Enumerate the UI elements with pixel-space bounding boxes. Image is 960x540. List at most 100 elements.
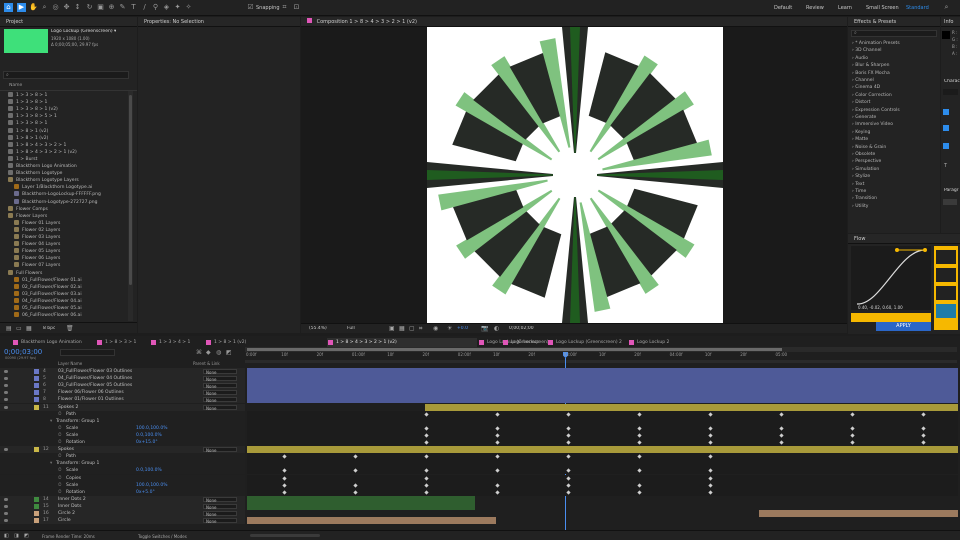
visibility-eye-icon[interactable] <box>4 504 8 508</box>
project-item[interactable]: 1 > 8 > 1 (v2) <box>8 134 48 142</box>
timeline-tab[interactable]: Logo Lockup (Greenscreen) <box>478 338 549 347</box>
parent-dropdown[interactable]: None <box>203 383 237 389</box>
workspace-review[interactable]: Review <box>806 5 824 11</box>
effect-category[interactable]: › Boris FX Mocha <box>852 70 890 77</box>
parent-dropdown[interactable]: None <box>203 496 237 503</box>
snap-options-icon[interactable]: ⌗ <box>280 3 289 12</box>
graph-editor-icon[interactable]: ◩ <box>226 349 232 356</box>
flow-preset-1[interactable] <box>936 250 956 264</box>
property-value[interactable]: 0x+5.0° <box>136 489 155 496</box>
property-name[interactable]: Transform: Group 1 <box>56 418 99 425</box>
effect-category[interactable]: › Stylize <box>852 173 870 180</box>
layer-name[interactable]: Spokes 2 <box>58 404 78 411</box>
hand-tool-icon[interactable]: ✋ <box>29 3 38 12</box>
parent-dropdown[interactable]: None <box>203 376 237 382</box>
timeline-tab[interactable]: 1 > 8 > 4 > 3 > 2 > 1 (v2) <box>327 338 477 347</box>
keyframe-icon[interactable] <box>281 475 287 481</box>
effect-category[interactable]: › Matte <box>852 136 868 143</box>
flow-curve-graph[interactable] <box>851 246 931 310</box>
project-item[interactable]: Flower 02 Layers <box>14 226 60 234</box>
layer-name[interactable]: Flower 01/Flower 01 Outlines <box>58 396 124 403</box>
flow-apply-button[interactable]: APPLY <box>876 322 931 331</box>
motion-blur-icon[interactable]: ◍ <box>216 349 221 356</box>
layer-duration-bar[interactable] <box>758 510 958 517</box>
layer-label-color[interactable] <box>34 404 39 410</box>
project-item[interactable]: 05_FullFlower/Flower 05.ai <box>14 305 82 312</box>
effect-category[interactable]: › Generate <box>852 114 876 121</box>
property-name[interactable]: Scale <box>66 432 78 439</box>
layer-row[interactable]: 5 None 04_FullFlower/Flower 04 Outlines <box>0 375 245 383</box>
toggle-switches-modes[interactable]: Toggle Switches / Modes <box>138 534 187 539</box>
resolution-dropdown[interactable]: Full <box>347 326 355 331</box>
layer-name[interactable]: Inner Dots <box>58 503 81 510</box>
flow-preset-3[interactable] <box>936 286 956 300</box>
project-item[interactable]: 1 > 3 > 8 > 1 <box>8 120 47 127</box>
visibility-eye-icon[interactable] <box>4 512 8 515</box>
layer-name[interactable]: 03_FullFlower/Flower 05 Outlines <box>58 382 132 389</box>
visibility-eye-icon[interactable] <box>4 405 8 409</box>
project-item[interactable]: Blackthorn Logotype Layers <box>8 177 79 184</box>
layer-duration-bar[interactable] <box>247 382 958 390</box>
layer-duration-bar[interactable] <box>247 446 958 454</box>
timeline-tab[interactable]: Blackthorn Logo Animation <box>12 338 94 347</box>
project-item[interactable]: Flower 04 Layers <box>14 241 60 248</box>
visibility-eye-icon[interactable] <box>4 384 8 388</box>
layer-label-color[interactable] <box>34 511 39 516</box>
parent-dropdown[interactable]: None <box>203 397 237 403</box>
effect-category[interactable]: › Cinema 4D <box>852 84 880 91</box>
property-row[interactable]: ▾ Transform: Group 1 <box>0 417 245 425</box>
layer-label-color[interactable] <box>34 518 39 524</box>
property-name[interactable]: Path <box>66 453 76 460</box>
project-item[interactable]: 1 > 8 > 4 > 3 > 2 > 1 <box>8 141 66 149</box>
project-scrollbar[interactable] <box>128 91 133 321</box>
orbit-tool-icon[interactable]: ◎ <box>51 3 60 12</box>
bezier-handle-point[interactable] <box>895 248 899 252</box>
property-row[interactable]: ⏱ Scale 100.0,100.0% <box>0 481 245 489</box>
project-item[interactable]: Full Flowers <box>8 269 42 277</box>
project-item[interactable]: Layer 1/Blackthorn Logotype.ai <box>14 184 92 191</box>
layer-label-color[interactable] <box>34 397 39 403</box>
visibility-eye-icon[interactable] <box>4 398 8 402</box>
keyframe-icon[interactable] <box>281 482 287 488</box>
chevron-down-icon[interactable]: ▾ <box>50 460 52 467</box>
delete-icon[interactable]: 🗑 <box>66 325 74 332</box>
effects-search-input[interactable]: ⌕ <box>851 30 937 37</box>
layer-row[interactable]: 15 None Inner Dots <box>0 502 245 510</box>
exposure-value[interactable]: +0.0 <box>457 326 468 331</box>
work-area-range[interactable] <box>247 348 782 351</box>
stopwatch-icon[interactable]: ⏱ <box>58 489 62 496</box>
property-name[interactable]: Rotation <box>66 439 85 446</box>
column-parent-link[interactable]: Parent & Link <box>193 361 220 366</box>
timeline-tab[interactable]: Logo Lockup 2 <box>628 338 678 347</box>
workspace-standard[interactable]: Standard <box>906 5 929 11</box>
parent-dropdown[interactable]: None <box>203 404 237 411</box>
project-item[interactable]: Flower 03 Layers <box>14 234 60 241</box>
property-name[interactable]: Scale <box>66 467 78 474</box>
effect-category[interactable]: › Expression Controls <box>852 107 900 114</box>
layer-row[interactable]: 16 None Circle 2 <box>0 510 245 517</box>
layer-name[interactable]: Inner Dots 2 <box>58 496 86 503</box>
layer-duration-bar[interactable] <box>247 517 496 525</box>
layer-row[interactable]: 11 None Spokes 2 <box>0 403 245 411</box>
timeline-tab[interactable]: 1 > 3 > 4 > 1 <box>150 338 203 347</box>
flow-presets-grid[interactable] <box>934 246 958 330</box>
layer-name[interactable]: 04_FullFlower/Flower 04 Outlines <box>58 375 132 382</box>
project-item[interactable]: 1 > 3 > 8 > 1 <box>8 99 47 106</box>
effect-category[interactable]: › Time <box>852 188 866 195</box>
tracking-icon[interactable] <box>943 125 949 131</box>
effect-category[interactable]: › Immersive Video <box>852 121 893 128</box>
property-name[interactable]: Scale <box>66 482 78 489</box>
layer-name[interactable]: Spokes <box>58 446 74 453</box>
stopwatch-icon[interactable]: ⏱ <box>58 439 62 446</box>
property-row[interactable]: ▾ Transform: Group 1 <box>0 460 245 468</box>
layer-row[interactable]: 7 None Flower 06/Flower 06 Outlines <box>0 389 245 397</box>
flow-preset-bar[interactable] <box>851 313 931 322</box>
effect-category[interactable]: › Perspective <box>852 158 881 165</box>
project-search-input[interactable]: ⌕ <box>3 71 129 79</box>
project-item[interactable]: 02_FullFlower/Flower 02.ai <box>14 283 82 291</box>
layer-name[interactable]: Circle 2 <box>58 510 75 517</box>
snapping-checkbox-icon[interactable]: ☑ <box>246 3 255 12</box>
flow-preset-2[interactable] <box>936 268 956 282</box>
layer-label-color[interactable] <box>34 376 39 382</box>
layer-duration-bar[interactable] <box>247 375 958 383</box>
